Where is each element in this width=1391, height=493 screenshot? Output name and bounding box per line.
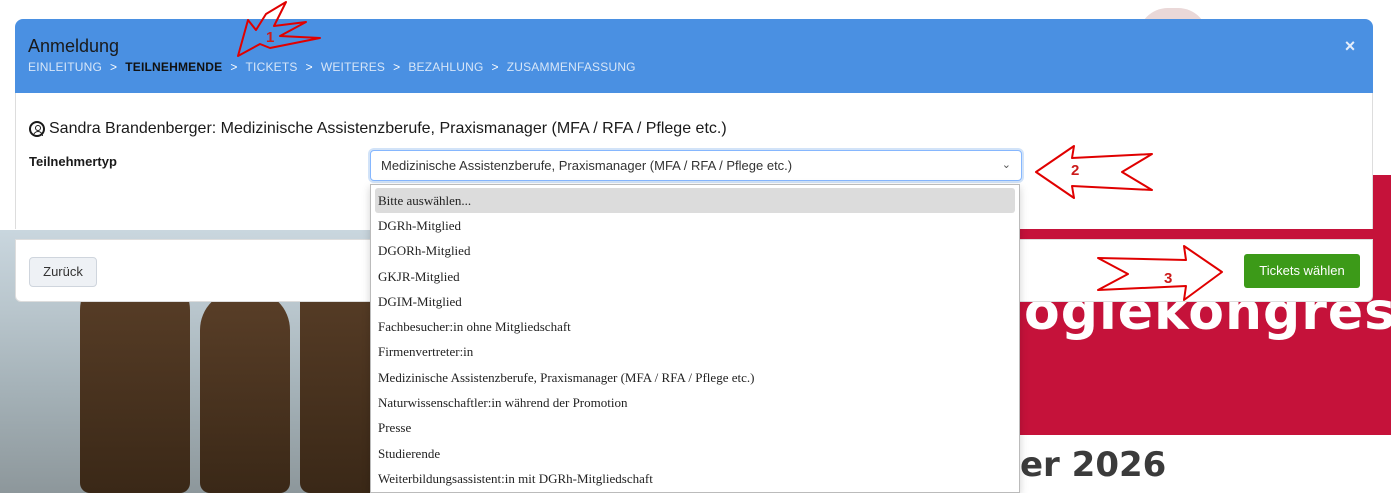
breadcrumb-separator: > <box>393 60 401 74</box>
breadcrumb-separator: > <box>305 60 313 74</box>
dropdown-option[interactable]: Medizinische Assistenzberufe, Praxismana… <box>371 365 1019 390</box>
breadcrumb-step-zusammenfassung[interactable]: ZUSAMMENFASSUNG <box>507 60 636 74</box>
chevron-down-icon: ⌄ <box>1001 159 1011 171</box>
close-icon[interactable]: × <box>1340 36 1360 56</box>
choose-tickets-button[interactable]: Tickets wählen <box>1244 254 1360 288</box>
breadcrumb-step-bezahlung[interactable]: BEZAHLUNG <box>408 60 483 74</box>
dropdown-option[interactable]: DGRh-Mitglied <box>371 213 1019 238</box>
statue-figure-middle <box>200 290 290 493</box>
participant-name: Sandra Brandenberger: Medizinische Assis… <box>49 120 727 137</box>
participant-type-selected-value: Medizinische Assistenzberufe, Praxismana… <box>381 158 793 173</box>
dropdown-option[interactable]: Firmenvertreter:in <box>371 339 1019 364</box>
dropdown-option[interactable]: DGIM-Mitglied <box>371 289 1019 314</box>
dropdown-option[interactable]: Fachbesucher:in ohne Mitgliedschaft <box>371 314 1019 339</box>
breadcrumb: EINLEITUNG > TEILNEHMENDE > TICKETS > WE… <box>28 60 636 74</box>
breadcrumb-step-einleitung[interactable]: EINLEITUNG <box>28 60 102 74</box>
background-year-text: er 2026 <box>1020 445 1167 485</box>
participant-heading: Sandra Brandenberger: Medizinische Assis… <box>29 120 727 138</box>
modal-title: Anmeldung <box>28 36 120 56</box>
dropdown-option[interactable]: Presse <box>371 415 1019 440</box>
user-circle-icon <box>29 121 45 137</box>
arrow-left-icon <box>1035 145 1153 199</box>
dropdown-option[interactable]: Bitte auswählen... <box>375 188 1015 213</box>
dropdown-option[interactable]: Weiterbildungsassistent:in mit DGRh-Mitg… <box>371 466 1019 491</box>
breadcrumb-step-teilnehmende[interactable]: TEILNEHMENDE <box>125 60 222 74</box>
dropdown-option[interactable]: DGORh-Mitglied <box>371 238 1019 263</box>
annotation-number-2: 2 <box>1071 162 1080 179</box>
annotation-number-3: 3 <box>1164 270 1173 287</box>
arrow-right-icon <box>1097 245 1223 301</box>
annotation-number-1: 1 <box>266 29 275 46</box>
modal-header: Anmeldung EINLEITUNG > TEILNEHMENDE > TI… <box>15 19 1373 93</box>
dropdown-option[interactable]: GKJR-Mitglied <box>371 264 1019 289</box>
breadcrumb-separator: > <box>110 60 118 74</box>
participant-type-select[interactable]: Medizinische Assistenzberufe, Praxismana… <box>370 150 1022 181</box>
breadcrumb-step-weiteres[interactable]: WEITERES <box>321 60 385 74</box>
dropdown-option[interactable]: Studierende <box>371 441 1019 466</box>
participant-type-dropdown: Bitte auswählen... DGRh-Mitglied DGORh-M… <box>370 184 1020 493</box>
arrow-down-left-icon <box>237 1 321 57</box>
breadcrumb-separator: > <box>230 60 238 74</box>
statue-figure-left <box>80 270 190 493</box>
participant-type-label: Teilnehmertyp <box>29 154 117 169</box>
breadcrumb-separator: > <box>491 60 499 74</box>
breadcrumb-step-tickets[interactable]: TICKETS <box>246 60 298 74</box>
back-button[interactable]: Zurück <box>29 257 97 287</box>
dropdown-option[interactable]: Naturwissenschaftler:in während der Prom… <box>371 390 1019 415</box>
